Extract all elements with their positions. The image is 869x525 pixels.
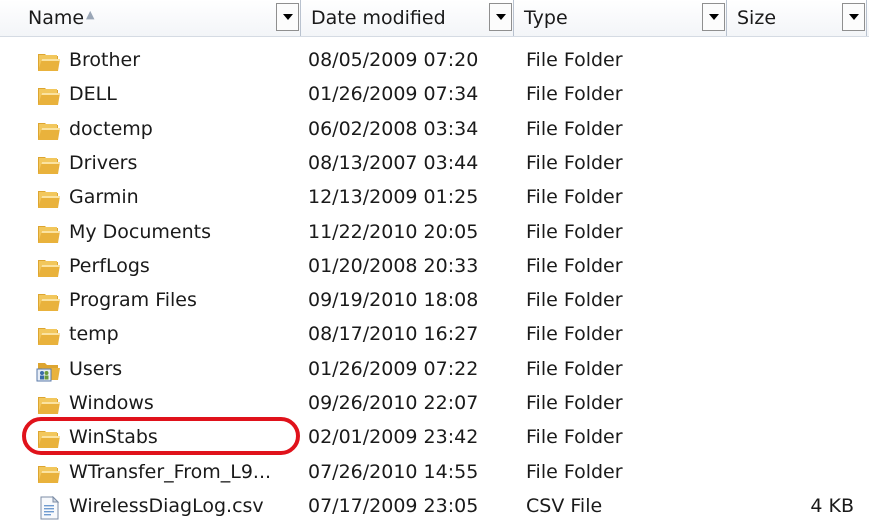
file-date-modified: 02/01/2009 23:42 xyxy=(308,426,479,449)
file-type: File Folder xyxy=(526,117,623,140)
file-name: My Documents xyxy=(69,220,212,243)
folder-icon xyxy=(36,462,62,486)
type-column-label: Type xyxy=(524,7,568,29)
file-list-row[interactable]: WTransfer_From_L9... 07/26/2010 14:55 File… xyxy=(0,457,869,491)
file-date-modified: 01/26/2009 07:22 xyxy=(308,357,479,380)
size-column-label: Size xyxy=(737,7,777,29)
file-type: File Folder xyxy=(526,289,623,312)
file-list-row[interactable]: WinStabs 02/01/2009 23:42 File Folder xyxy=(0,422,869,456)
name-column-header[interactable]: Name ▲ xyxy=(18,0,301,36)
date-modified-column-label: Date modified xyxy=(311,7,446,29)
file-date-modified: 08/05/2009 07:20 xyxy=(308,49,479,71)
file-date-modified: 07/17/2009 23:05 xyxy=(308,494,479,517)
file-name: Program Files xyxy=(69,289,197,312)
file-name: Brother xyxy=(69,49,141,71)
file-name: WirelessDiagLog.csv xyxy=(69,494,264,517)
file-type: File Folder xyxy=(526,220,623,243)
file-date-modified: 01/26/2009 07:34 xyxy=(308,83,479,106)
file-name: DELL xyxy=(69,83,117,106)
file-list-row[interactable]: Windows 09/26/2010 22:07 File Folder xyxy=(0,388,869,422)
file-date-modified: 01/20/2008 20:33 xyxy=(308,254,479,277)
size-filter-dropdown-icon[interactable] xyxy=(842,3,865,31)
file-list-row[interactable]: My Documents 11/22/2010 20:05 File Folder xyxy=(0,217,869,251)
file-date-modified: 09/26/2010 22:07 xyxy=(308,392,479,414)
name-column-label: Name xyxy=(28,7,85,29)
file-type: File Folder xyxy=(526,392,623,414)
folder-icon xyxy=(36,324,62,348)
file-type: File Folder xyxy=(526,83,623,106)
file-name: Windows xyxy=(69,392,154,414)
file-date-modified: 06/02/2008 03:34 xyxy=(308,117,479,140)
column-header-bar: Name ▲ Date modified Type Size xyxy=(0,0,869,37)
folder-icon xyxy=(36,50,62,74)
file-size: 4 KB xyxy=(810,494,854,517)
file-name: Drivers xyxy=(69,151,138,174)
file-name: Garmin xyxy=(69,186,139,209)
folder-icon xyxy=(36,427,62,451)
folder-icon xyxy=(36,222,62,246)
file-type: CSV File xyxy=(526,494,603,517)
file-list-row[interactable]: WirelessDiagLog.csv 07/17/2009 23:05 CSV F… xyxy=(0,491,869,525)
folder-icon xyxy=(36,256,62,280)
folder-icon xyxy=(36,187,62,211)
file-name: temp xyxy=(69,323,119,346)
file-date-modified: 07/26/2010 14:55 xyxy=(308,460,479,483)
file-type: File Folder xyxy=(526,357,623,380)
type-column-header[interactable]: Type xyxy=(514,0,727,36)
folder-icon xyxy=(36,153,62,177)
file-list-row[interactable]: PerfLogs 01/20/2008 20:33 File Folder xyxy=(0,251,869,285)
date-filter-dropdown-icon[interactable] xyxy=(489,3,512,31)
file-type: File Folder xyxy=(526,186,623,209)
file-date-modified: 08/17/2010 16:27 xyxy=(308,323,479,346)
file-list-row[interactable]: Program Files 09/19/2010 18:08 File Folder xyxy=(0,285,869,319)
folder-icon xyxy=(36,84,62,108)
file-type: File Folder xyxy=(526,49,623,71)
size-column-header[interactable]: Size xyxy=(727,0,867,36)
date-modified-column-header[interactable]: Date modified xyxy=(301,0,514,36)
sort-ascending-icon: ▲ xyxy=(86,8,95,21)
file-list-row[interactable]: Drivers 08/13/2007 03:44 File Folder xyxy=(0,148,869,182)
file-list-row[interactable]: Users 01/26/2009 07:22 File Folder xyxy=(0,354,869,388)
file-list-row[interactable]: Brother 08/05/2009 07:20 File Folder xyxy=(0,45,869,79)
csv-file-icon xyxy=(36,495,62,520)
file-list-row[interactable]: temp 08/17/2010 16:27 File Folder xyxy=(0,319,869,353)
folder-icon xyxy=(36,119,62,143)
folder-icon xyxy=(36,290,62,314)
file-name: WTransfer_From_L9... xyxy=(69,460,272,483)
file-name: doctemp xyxy=(69,117,153,140)
file-list-row[interactable]: DELL 01/26/2009 07:34 File Folder xyxy=(0,79,869,113)
file-date-modified: 08/13/2007 03:44 xyxy=(308,151,479,174)
file-name: WinStabs xyxy=(69,426,158,449)
file-name: PerfLogs xyxy=(69,254,150,277)
name-filter-dropdown-icon[interactable] xyxy=(276,3,299,31)
file-date-modified: 09/19/2010 18:08 xyxy=(308,289,479,312)
file-type: File Folder xyxy=(526,323,623,346)
file-type: File Folder xyxy=(526,460,623,483)
users-folder-icon xyxy=(36,359,62,383)
file-date-modified: 12/13/2009 01:25 xyxy=(308,186,479,209)
file-type: File Folder xyxy=(526,151,623,174)
file-type: File Folder xyxy=(526,254,623,277)
file-date-modified: 11/22/2010 20:05 xyxy=(308,220,479,243)
file-list-row[interactable]: doctemp 06/02/2008 03:34 File Folder xyxy=(0,114,869,148)
file-list-row[interactable]: Garmin 12/13/2009 01:25 File Folder xyxy=(0,182,869,216)
type-filter-dropdown-icon[interactable] xyxy=(702,3,725,31)
file-name: Users xyxy=(69,357,123,380)
file-type: File Folder xyxy=(526,426,623,449)
folder-icon xyxy=(36,393,62,417)
